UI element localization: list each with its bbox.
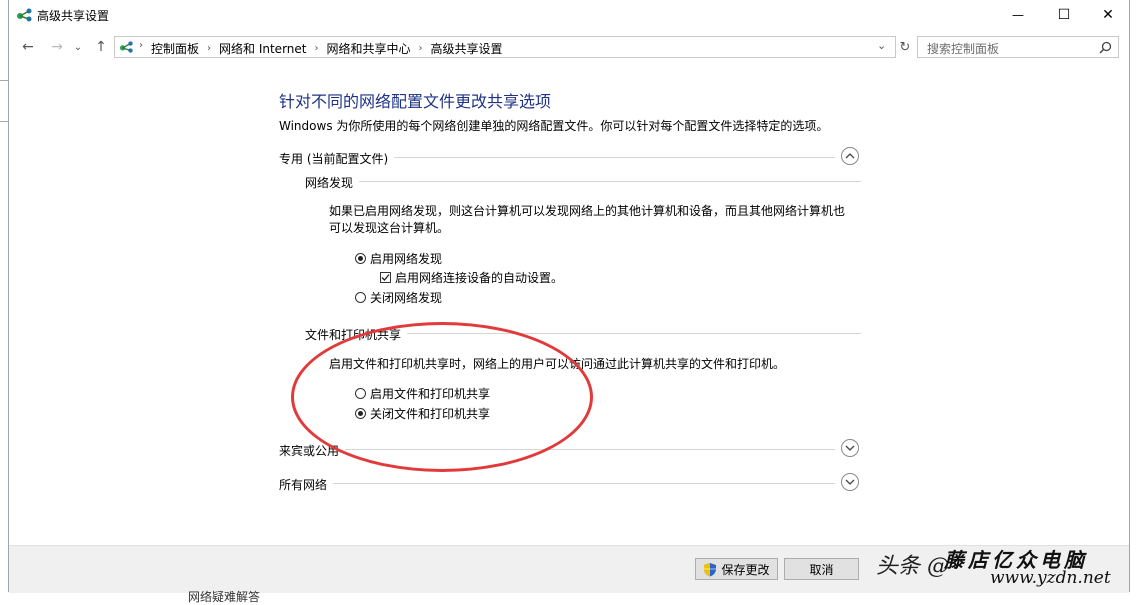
minimize-icon: —: [1012, 8, 1024, 22]
expand-all-networks-button[interactable]: [841, 473, 859, 491]
radio-label: 启用网络发现: [370, 252, 443, 266]
breadcrumb-control-panel[interactable]: 控制面板: [151, 40, 199, 57]
radio-disable-network-discovery[interactable]: 关闭网络发现: [355, 289, 442, 306]
checkbox-auto-setup[interactable]: 启用网络连接设备的自动设置。: [380, 269, 563, 286]
radio-disable-file-printer-sharing[interactable]: 关闭文件和打印机共享: [355, 405, 490, 422]
radio-enable-file-printer-sharing[interactable]: 启用文件和打印机共享: [355, 385, 490, 402]
radio-label: 关闭网络发现: [370, 291, 443, 305]
radio-label: 关闭文件和打印机共享: [370, 407, 491, 421]
subsection-divider: [305, 181, 861, 182]
expand-guest-button[interactable]: [841, 439, 859, 457]
back-button[interactable]: ←: [19, 38, 37, 56]
refresh-icon: ↻: [899, 39, 911, 55]
breadcrumb-separator-icon[interactable]: ›: [314, 43, 318, 54]
save-changes-label: 保存更改: [721, 562, 770, 577]
breadcrumb-separator-icon[interactable]: ›: [419, 43, 423, 54]
section-guest-header[interactable]: 来宾或公用: [279, 439, 861, 461]
collapse-private-button[interactable]: [841, 147, 859, 165]
search-icon: [1099, 41, 1112, 54]
up-arrow-icon: ↑: [95, 39, 107, 55]
background-window-text: 网络疑难解答: [188, 590, 261, 604]
forward-button[interactable]: →: [48, 38, 66, 56]
background-window-edge: [0, 80, 8, 122]
save-changes-button[interactable]: 保存更改: [695, 558, 778, 580]
file-printer-sharing-header: 文件和打印机共享: [305, 324, 861, 343]
content-area: 针对不同的网络配置文件更改共享选项 Windows 为你所使用的每个网络创建单独…: [9, 62, 1129, 542]
close-button[interactable]: ✕: [1085, 0, 1131, 30]
radio-selected-icon[interactable]: [355, 408, 366, 419]
network-discovery-description: 如果已启用网络发现，则这台计算机可以发现网络上的其他计算机和设备，而且其他网络计…: [329, 204, 846, 235]
radio-selected-icon[interactable]: [355, 253, 366, 264]
network-discovery-label: 网络发现: [305, 174, 360, 191]
radio-enable-network-discovery[interactable]: 启用网络发现: [355, 250, 442, 267]
section-private-label: 专用 (当前配置文件): [279, 150, 395, 167]
advanced-sharing-settings-window: 高级共享设置 — ☐ ✕ ← → ⌄ ↑ › 控制面板 › 网络和 Intern…: [8, 0, 1130, 593]
section-all-networks-header[interactable]: 所有网络: [279, 473, 861, 495]
recent-locations-button[interactable]: ⌄: [72, 38, 84, 56]
network-discovery-header: 网络发现: [305, 172, 861, 191]
forward-arrow-icon: →: [51, 39, 63, 55]
checkbox-label: 启用网络连接设备的自动设置。: [395, 271, 564, 285]
checkbox-checked-icon[interactable]: [380, 272, 391, 283]
search-input[interactable]: 搜索控制面板: [927, 40, 999, 57]
maximize-icon: ☐: [1057, 7, 1071, 23]
radio-unselected-icon[interactable]: [355, 292, 366, 303]
section-guest-label: 来宾或公用: [279, 442, 346, 459]
network-location-icon: [120, 41, 133, 53]
title-bar[interactable]: 高级共享设置 — ☐ ✕: [9, 0, 1129, 30]
radio-unselected-icon[interactable]: [355, 388, 366, 399]
section-divider: [279, 483, 835, 484]
radio-label: 启用文件和打印机共享: [370, 387, 491, 401]
back-arrow-icon: ←: [22, 39, 34, 55]
watermark-platform: 头条 @: [876, 548, 949, 580]
file-printer-sharing-description: 启用文件和打印机共享时，网络上的用户可以访问通过此计算机共享的文件和打印机。: [329, 357, 786, 371]
window-title: 高级共享设置: [37, 9, 110, 23]
page-title: 针对不同的网络配置文件更改共享选项: [279, 92, 552, 111]
chevron-up-icon: [845, 153, 855, 159]
chevron-down-icon: [845, 479, 855, 485]
search-box[interactable]: 搜索控制面板: [917, 36, 1119, 58]
section-all-networks-label: 所有网络: [279, 476, 334, 493]
watermark-url: www.yzdn.net: [990, 568, 1111, 588]
file-printer-sharing-label: 文件和打印机共享: [305, 326, 408, 343]
breadcrumb-advanced-sharing[interactable]: 高级共享设置: [431, 40, 503, 57]
breadcrumb-network-internet[interactable]: 网络和 Internet: [219, 40, 306, 57]
up-button[interactable]: ↑: [92, 38, 110, 56]
address-row: ← → ⌄ ↑ › 控制面板 › 网络和 Internet › 网络和共享中心 …: [9, 34, 1129, 60]
breadcrumb-separator-icon[interactable]: ›: [207, 43, 211, 54]
cancel-label: 取消: [809, 562, 834, 577]
watermark-platform-text: 头条: [876, 554, 921, 579]
breadcrumb: 控制面板 › 网络和 Internet › 网络和共享中心 › 高级共享设置: [151, 40, 503, 57]
close-icon: ✕: [1102, 7, 1114, 23]
breadcrumb-network-sharing-center[interactable]: 网络和共享中心: [326, 40, 410, 57]
page-description: Windows 为你所使用的每个网络创建单独的网络配置文件。你可以针对每个配置文…: [279, 119, 829, 133]
uac-shield-icon: [704, 562, 717, 576]
section-divider: [279, 449, 835, 450]
refresh-button[interactable]: ↻: [897, 39, 913, 55]
address-dropdown-chevron-icon[interactable]: ⌄: [877, 39, 886, 52]
chevron-down-icon: ⌄: [73, 41, 83, 53]
section-private-header[interactable]: 专用 (当前配置文件): [279, 147, 861, 169]
minimize-button[interactable]: —: [995, 0, 1041, 30]
breadcrumb-root-chevron-icon[interactable]: ›: [139, 40, 143, 51]
cancel-button[interactable]: 取消: [784, 558, 859, 580]
maximize-button[interactable]: ☐: [1041, 0, 1087, 30]
chevron-down-icon: [845, 445, 855, 451]
network-app-icon: [17, 8, 32, 22]
address-bar[interactable]: › 控制面板 › 网络和 Internet › 网络和共享中心 › 高级共享设置…: [114, 36, 896, 58]
